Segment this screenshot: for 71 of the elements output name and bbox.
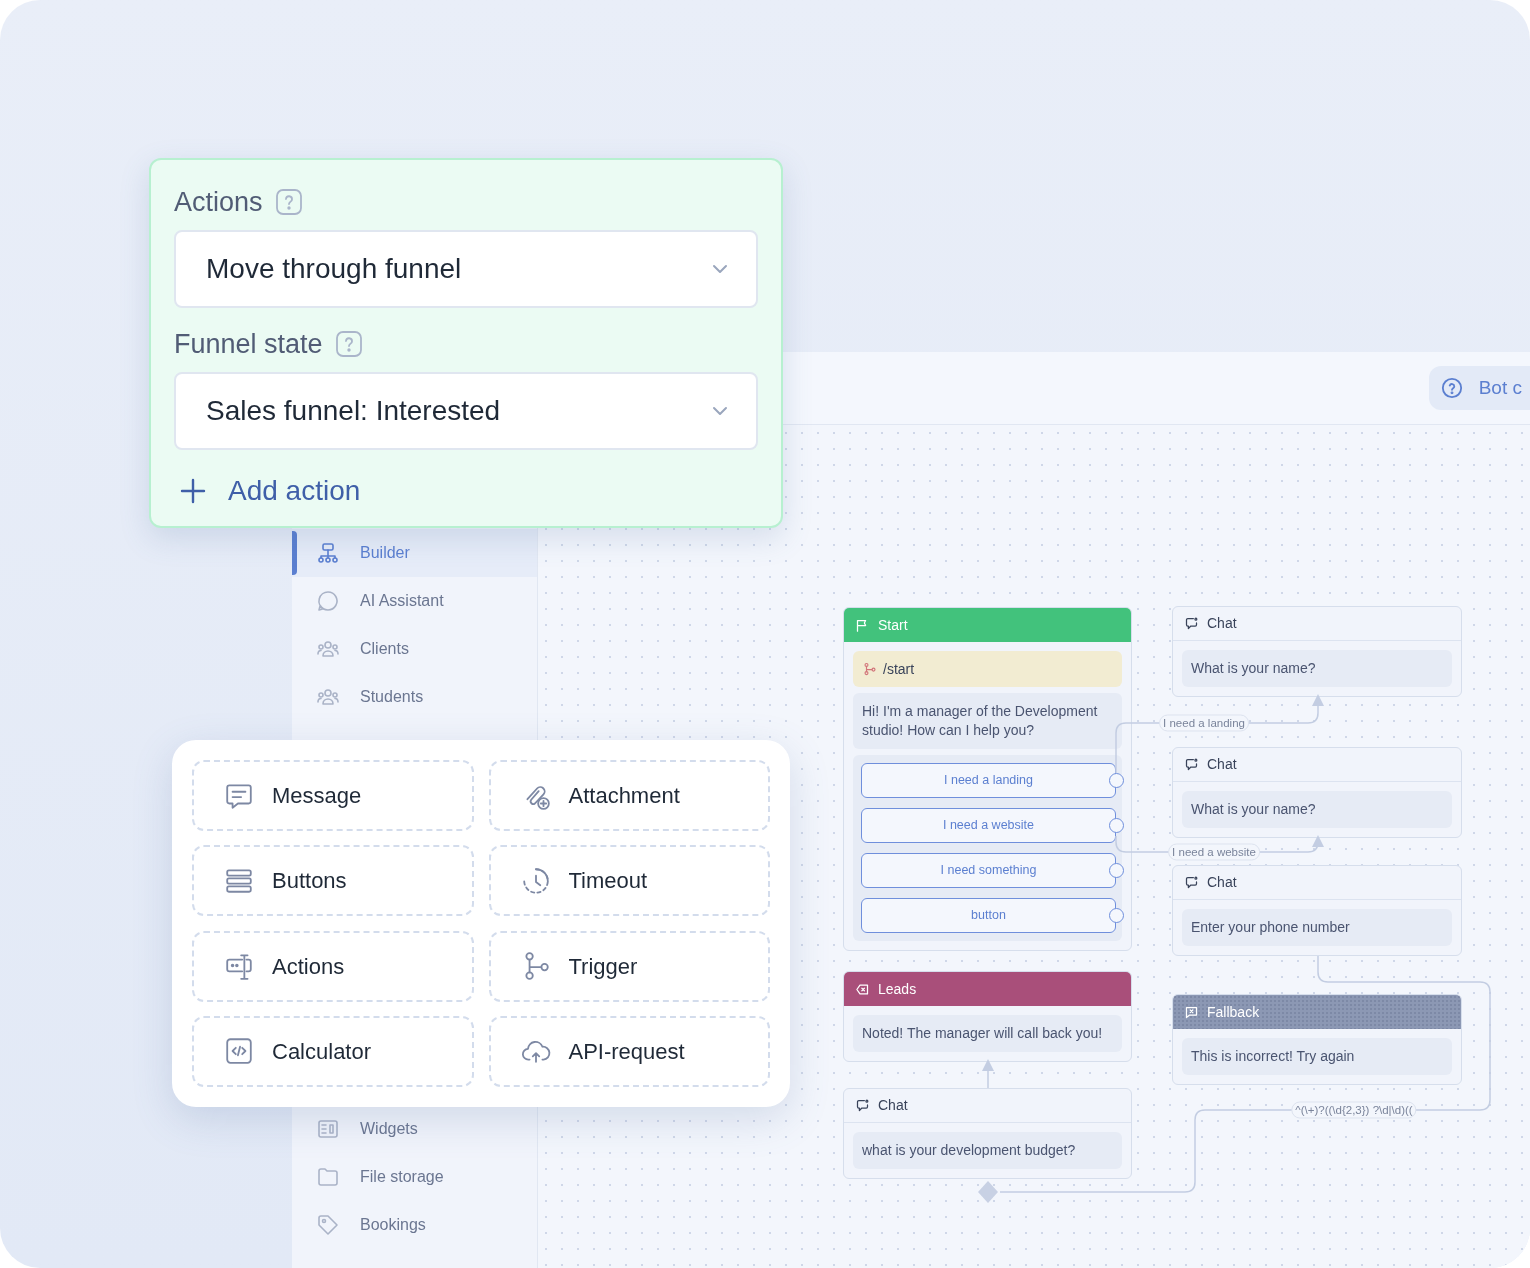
block-option[interactable]: Attachment bbox=[488, 760, 770, 831]
add-action-button[interactable]: Add action bbox=[174, 470, 361, 512]
chat-icon bbox=[855, 1098, 870, 1113]
chat-icon bbox=[1184, 757, 1199, 772]
block-option[interactable]: Actions bbox=[192, 930, 474, 1002]
command-text: /start bbox=[883, 659, 915, 679]
field-label: Funnel state bbox=[174, 327, 323, 361]
sidebar-item[interactable]: AI Assistant bbox=[292, 577, 537, 625]
message-text: Enter your phone number bbox=[1182, 909, 1452, 946]
flow-node[interactable]: Leads Noted! The manager will call back you! bbox=[843, 971, 1132, 1062]
connector-label: I need a landing bbox=[1159, 714, 1249, 732]
help-icon bbox=[1440, 377, 1463, 399]
branch-icon bbox=[863, 662, 877, 676]
clock-icon bbox=[520, 865, 551, 896]
block-option[interactable]: Calculator bbox=[192, 1015, 474, 1087]
message-text: Noted! The manager will call back you! bbox=[853, 1015, 1122, 1052]
sidebar-item[interactable]: Bookings bbox=[292, 1201, 537, 1249]
help-icon bbox=[274, 188, 303, 216]
widgets-icon bbox=[316, 1117, 340, 1141]
chat-icon bbox=[1184, 1004, 1199, 1020]
actions-icon bbox=[224, 951, 254, 981]
block-option[interactable]: Buttons bbox=[192, 845, 474, 917]
connector-line bbox=[982, 1059, 994, 1089]
reply-button[interactable]: button bbox=[861, 898, 1116, 933]
tag-icon bbox=[316, 1213, 340, 1237]
code-icon bbox=[224, 1036, 254, 1067]
message-text: Hi! I'm a manager of the Development studio! How can I help you? bbox=[853, 693, 1122, 749]
block-option[interactable]: Trigger bbox=[488, 930, 770, 1002]
tag-icon bbox=[855, 981, 870, 997]
flow-node[interactable]: Chat What is your name? bbox=[1172, 606, 1462, 697]
message-text: This is incorrect! Try again bbox=[1182, 1038, 1452, 1075]
funnel-state-select[interactable]: Sales funnel: Interested bbox=[174, 372, 758, 450]
plus-icon bbox=[180, 478, 206, 504]
chat-icon bbox=[1184, 875, 1199, 890]
flow-node[interactable]: Chat What is your name? bbox=[1172, 747, 1462, 838]
reply-button[interactable]: I need something bbox=[861, 853, 1116, 888]
block-option[interactable]: Timeout bbox=[488, 845, 770, 917]
node-title: Leads bbox=[878, 979, 917, 999]
folder-icon bbox=[316, 1165, 340, 1189]
node-title: Start bbox=[878, 615, 908, 635]
node-title: Chat bbox=[1207, 873, 1237, 892]
block-option[interactable]: Message bbox=[192, 760, 474, 831]
node-title: Chat bbox=[1207, 614, 1237, 633]
sidebar-item[interactable]: File storage bbox=[292, 1153, 537, 1201]
sidebar-item[interactable]: Widgets bbox=[292, 1105, 537, 1153]
node-title: Chat bbox=[878, 1096, 908, 1115]
flow-node[interactable]: Chat Enter your phone number bbox=[1172, 865, 1462, 956]
reply-button[interactable]: I need a landing bbox=[861, 763, 1116, 798]
sidebar-item[interactable]: Clients bbox=[292, 625, 537, 673]
node-title: Chat bbox=[1207, 755, 1237, 774]
message-text: what is your development budget? bbox=[853, 1132, 1122, 1169]
connector-label: I need a website bbox=[1168, 843, 1260, 861]
help-icon bbox=[334, 330, 363, 358]
builder-icon bbox=[316, 541, 340, 565]
reply-button[interactable]: I need a website bbox=[861, 808, 1116, 843]
flow-node[interactable]: Chat what is your development budget? bbox=[843, 1088, 1132, 1179]
message-text: What is your name? bbox=[1182, 791, 1452, 828]
select-value: Move through funnel bbox=[206, 252, 462, 286]
block-option[interactable]: API-request bbox=[488, 1015, 770, 1087]
chat-icon bbox=[1184, 616, 1199, 631]
flow-node[interactable]: Start /start Hi! I'm a manager of the Development studio! How can I help you? I need a landing I need a website I need something button bbox=[843, 607, 1132, 951]
node-title: Fallback bbox=[1207, 1002, 1260, 1022]
port-handle[interactable] bbox=[978, 1181, 998, 1203]
active-indicator bbox=[292, 531, 297, 575]
flow-node[interactable]: Fallback This is incorrect! Try again bbox=[1172, 994, 1462, 1085]
select-value: Sales funnel: Interested bbox=[206, 394, 501, 428]
action-select[interactable]: Move through funnel bbox=[174, 230, 758, 308]
sidebar-item[interactable]: Students bbox=[292, 673, 537, 721]
message-text: What is your name? bbox=[1182, 650, 1452, 687]
section-label: Actions bbox=[174, 185, 263, 219]
connector-label: ^(\+)?((\d{2,3}) ?\d|\d)(( bbox=[1291, 1101, 1417, 1119]
